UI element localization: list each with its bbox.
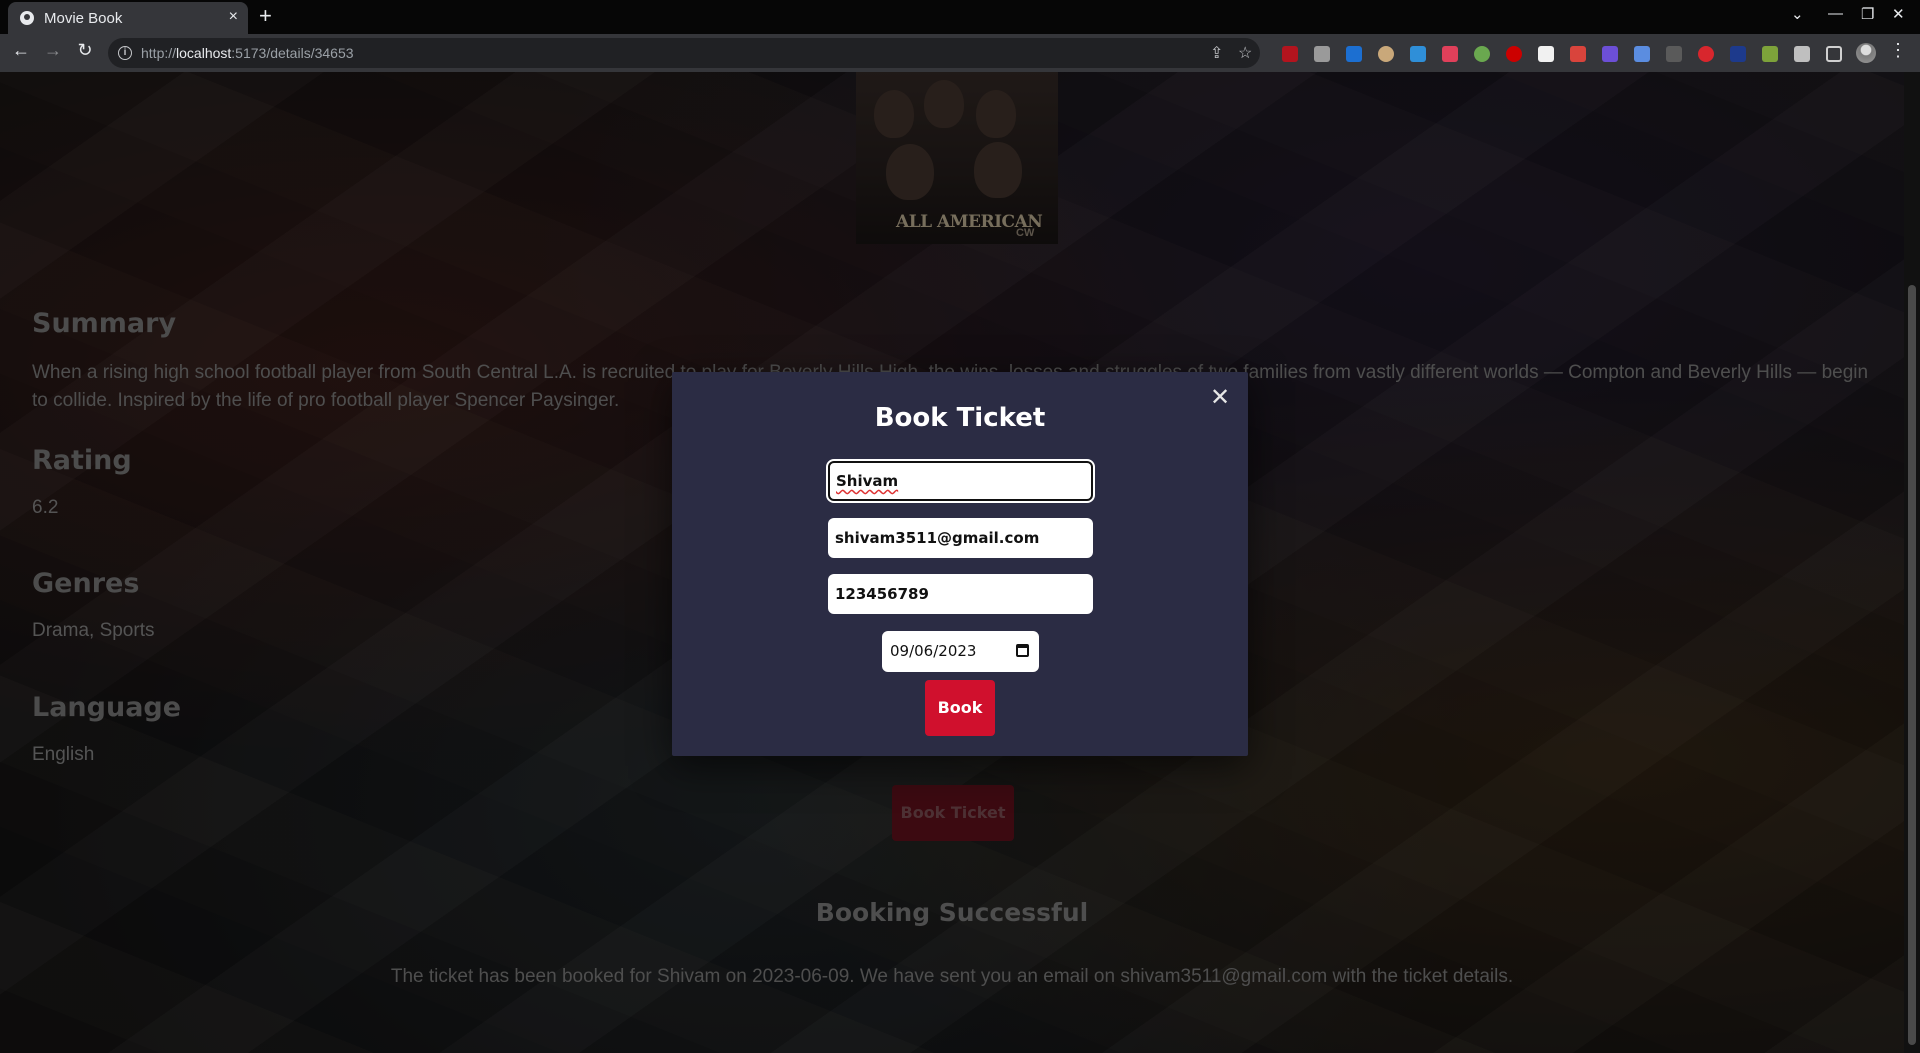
s-icon[interactable] — [1346, 46, 1362, 62]
browser-tab-bar: Movie Book × + ⌄ — ❐ ✕ — [0, 0, 1920, 34]
flag-icon[interactable] — [1730, 46, 1746, 62]
browser-toolbar: ← → ↻ i http://localhost:5173/details/34… — [0, 34, 1920, 97]
calendar-icon[interactable] — [1016, 644, 1029, 657]
extensions-icon[interactable] — [1794, 46, 1810, 62]
back-icon[interactable]: ← — [9, 40, 33, 61]
phone-field[interactable]: 123456789 — [828, 574, 1093, 614]
share-icon[interactable]: ⇪ — [1210, 43, 1223, 63]
reload-icon[interactable]: ↻ — [73, 40, 97, 61]
new-tab-button[interactable]: + — [259, 3, 272, 29]
date-field[interactable]: 09/06/2023 — [882, 631, 1039, 672]
name-field-value: Shivam — [836, 472, 899, 490]
name-field[interactable]: Shivam — [828, 461, 1093, 501]
email-field[interactable]: shivam3511@gmail.com — [828, 518, 1093, 558]
modal-title: Book Ticket — [874, 403, 1046, 433]
face-icon[interactable] — [1378, 46, 1394, 62]
tab-search-icon[interactable]: ⌄ — [1791, 5, 1804, 23]
puzzle-wave-icon[interactable] — [1602, 46, 1618, 62]
scrollbar-thumb[interactable] — [1908, 285, 1916, 1045]
green-icon[interactable] — [1762, 46, 1778, 62]
tab-close-icon[interactable]: × — [229, 8, 238, 26]
window-close-icon[interactable]: ✕ — [1892, 5, 1905, 23]
profile-avatar[interactable] — [1856, 43, 1876, 63]
url-text: http://localhost:5173/details/34653 — [141, 45, 354, 61]
play-icon[interactable] — [1538, 46, 1554, 62]
window-icon[interactable] — [1410, 46, 1426, 62]
browser-tab[interactable]: Movie Book × — [8, 2, 248, 34]
minimize-icon[interactable]: — — [1828, 5, 1843, 22]
book-button[interactable]: Book — [925, 680, 995, 736]
address-bar[interactable]: i http://localhost:5173/details/34653 ⇪ … — [108, 38, 1260, 68]
email-field-value: shivam3511@gmail.com — [835, 529, 1040, 547]
pocket-icon[interactable] — [1442, 46, 1458, 62]
tomato-icon[interactable] — [1698, 46, 1714, 62]
ublock-icon[interactable] — [1282, 46, 1298, 62]
bookmark-star-icon[interactable]: ☆ — [1238, 43, 1252, 63]
site-favicon-icon — [20, 11, 34, 25]
forward-icon[interactable]: → — [41, 40, 65, 61]
site-info-icon[interactable]: i — [118, 46, 132, 60]
heart-icon[interactable] — [1506, 46, 1522, 62]
tab-title: Movie Book — [44, 10, 123, 27]
restore-icon[interactable]: ❐ — [1861, 5, 1874, 23]
phone-field-value: 123456789 — [835, 585, 929, 603]
side-panel-icon[interactable] — [1826, 46, 1842, 62]
plus-icon[interactable] — [1474, 46, 1490, 62]
camera-icon[interactable] — [1570, 46, 1586, 62]
date-field-value: 09/06/2023 — [890, 642, 977, 660]
translate-icon[interactable] — [1634, 46, 1650, 62]
movie-details-page: ALL AMERICAN CW Summary When a rising hi… — [0, 72, 1904, 1053]
ci-icon[interactable] — [1666, 46, 1682, 62]
menu-kebab-icon[interactable]: ⋮ — [1886, 40, 1910, 61]
cookie-icon[interactable] — [1314, 46, 1330, 62]
